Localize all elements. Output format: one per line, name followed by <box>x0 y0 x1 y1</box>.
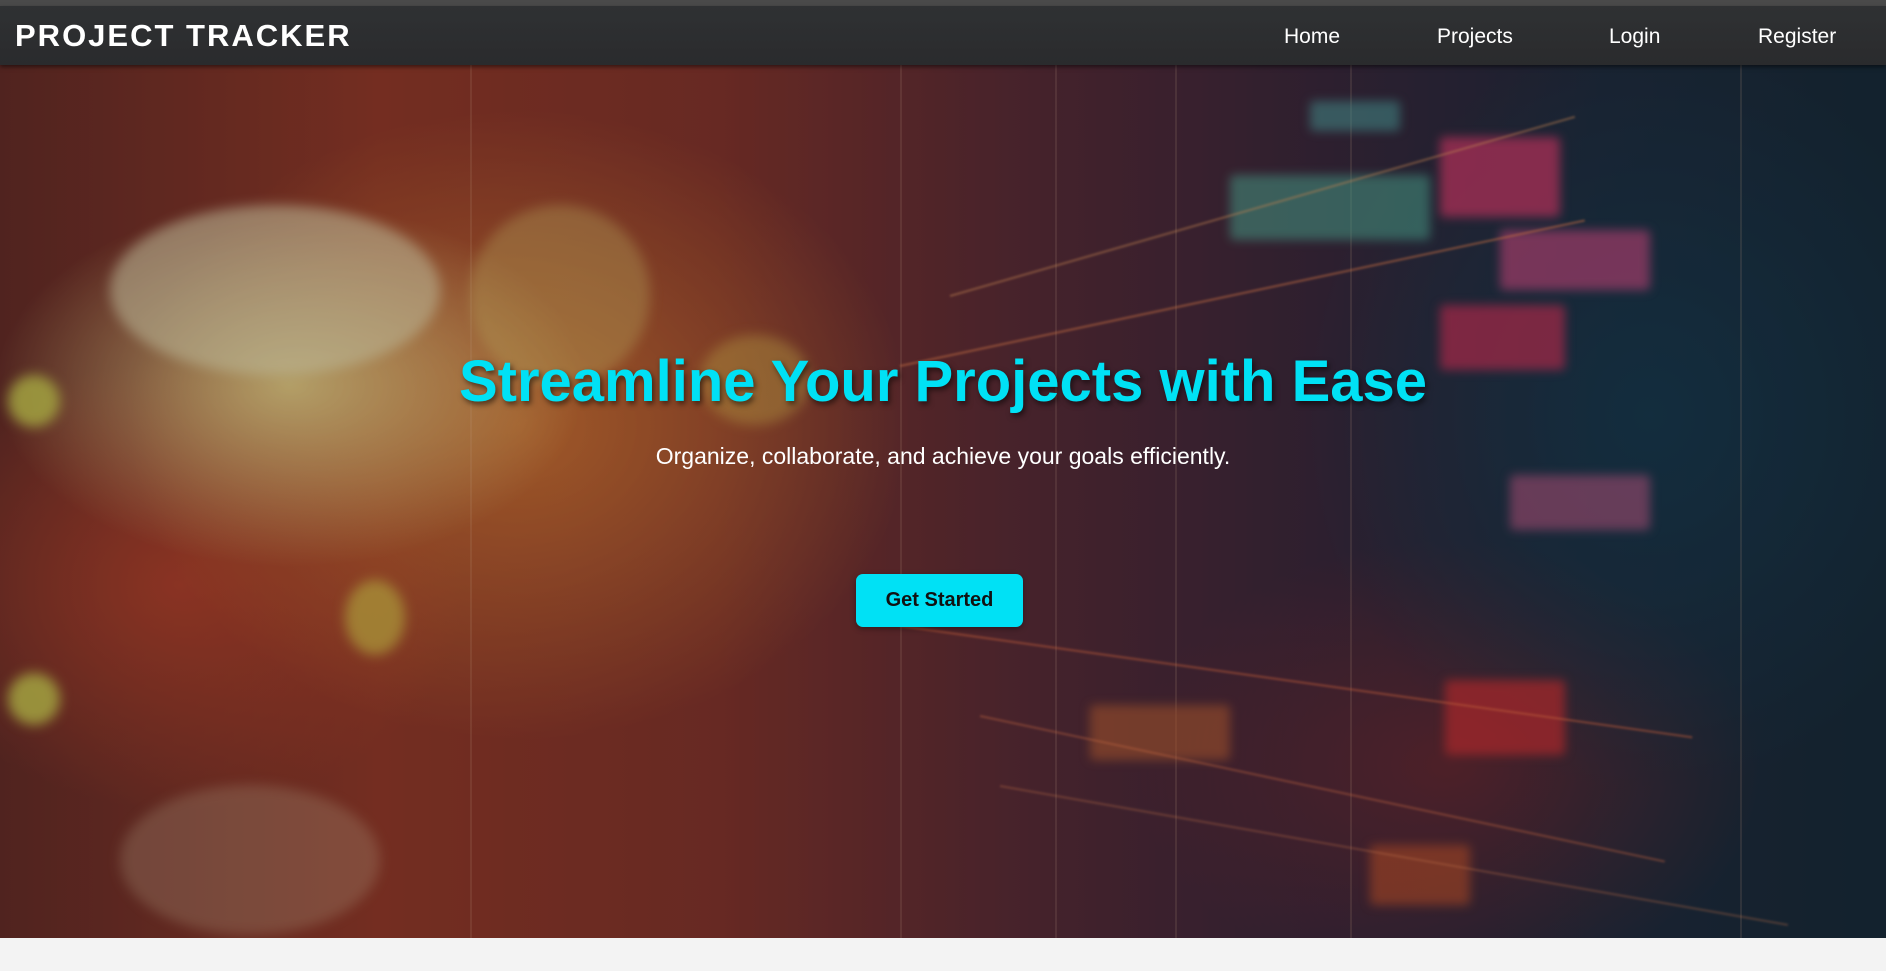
hero-section <box>0 65 1886 938</box>
nav-link-projects[interactable]: Projects <box>1437 25 1513 49</box>
hero-subtitle: Organize, collaborate, and achieve your … <box>655 443 1231 469</box>
navbar: PROJECT TRACKER Home Projects Login Regi… <box>0 6 1886 65</box>
brand-logo-text[interactable]: PROJECT TRACKER <box>15 18 352 54</box>
page-bottom-area <box>0 938 1886 971</box>
nav-link-home[interactable]: Home <box>1284 25 1340 49</box>
nav-link-login[interactable]: Login <box>1609 25 1660 49</box>
hero-dark-overlay <box>0 65 1886 938</box>
get-started-button[interactable]: Get Started <box>856 574 1023 627</box>
hero-title: Streamline Your Projects with Ease <box>458 349 1428 414</box>
nav-link-register[interactable]: Register <box>1758 25 1836 49</box>
